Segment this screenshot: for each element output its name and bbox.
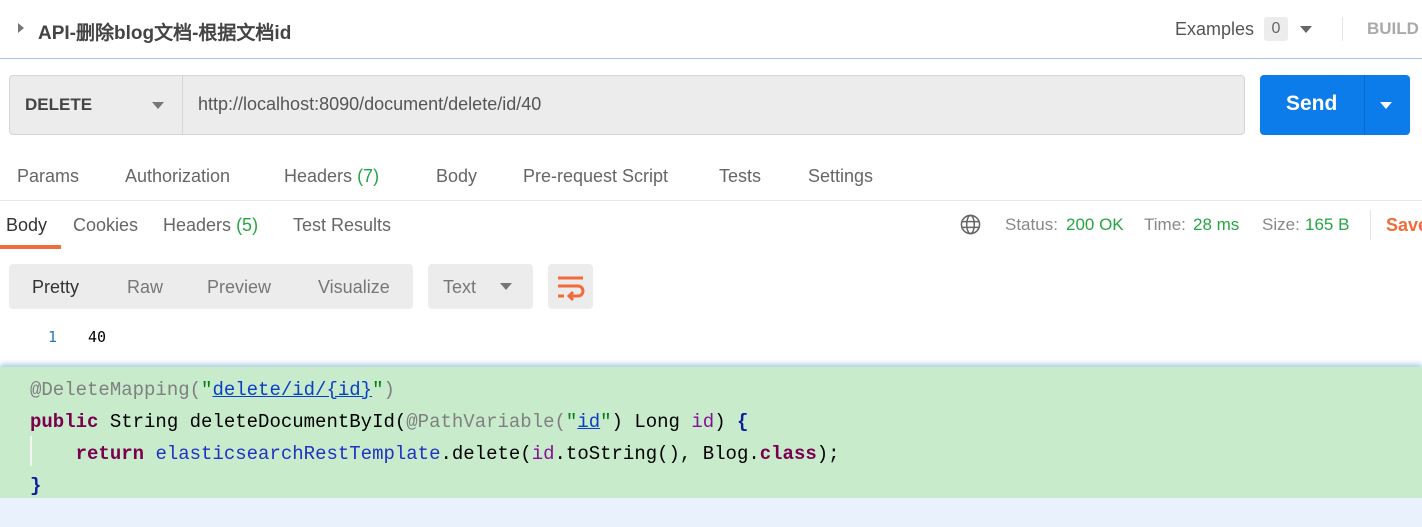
size-value: 165 B	[1305, 215, 1350, 234]
url-bar	[9, 75, 1245, 135]
send-options-chevron-icon[interactable]	[1380, 102, 1392, 109]
divider	[1370, 210, 1371, 240]
code-token: .delete(	[440, 443, 532, 465]
code-token: "	[565, 411, 578, 433]
send-label[interactable]: Send	[1286, 92, 1337, 116]
time-label: Time:	[1144, 215, 1186, 234]
tab-body[interactable]: Body	[436, 166, 477, 187]
url-input[interactable]: http://localhost:8090/document/delete/id…	[198, 94, 541, 115]
code-token: )	[383, 379, 395, 401]
code-line: @DeleteMapping("delete/id/{id}")	[30, 374, 840, 406]
globe-icon[interactable]	[960, 214, 981, 235]
code-token: "	[372, 379, 384, 401]
response-tab-cookies[interactable]: Cookies	[73, 215, 138, 236]
code-token: id	[691, 411, 715, 433]
build-mode-button[interactable]: BUILD	[1367, 19, 1419, 39]
view-preview-button[interactable]: Preview	[207, 277, 271, 298]
tab-pre-request-script[interactable]: Pre-request Script	[523, 166, 668, 187]
active-tab-indicator	[0, 245, 61, 249]
line-number: 1	[48, 328, 58, 346]
tab-settings[interactable]: Settings	[808, 166, 873, 187]
size-label: Size:	[1262, 215, 1300, 234]
code-line: return elasticsearchRestTemplate.delete(…	[30, 438, 840, 470]
status-value: 200 OK	[1066, 215, 1124, 234]
response-tab-headers[interactable]: Headers (5)	[163, 215, 258, 236]
code-token: id	[531, 443, 555, 465]
response-body-value: 40	[88, 328, 107, 346]
code-token: @PathVariable(	[406, 411, 566, 433]
tab-label: Headers	[163, 215, 232, 235]
tab-headers[interactable]: Headers (7)	[284, 166, 379, 187]
code-token: "	[201, 379, 213, 401]
expand-caret-icon[interactable]	[18, 23, 24, 33]
background-area	[0, 498, 1422, 527]
code-token: class	[759, 443, 817, 465]
response-tab-body[interactable]: Body	[6, 215, 47, 236]
code-token: id	[577, 411, 601, 433]
code-token: delete/id/{id}	[212, 379, 373, 401]
code-line: public String deleteDocumentById(@PathVa…	[30, 406, 840, 438]
chevron-down-icon[interactable]	[500, 283, 512, 290]
code-token: String deleteDocumentById(	[98, 411, 407, 433]
headers-count: (7)	[357, 166, 380, 186]
code-token: )	[714, 411, 737, 433]
code-token: {	[737, 411, 749, 433]
save-response-button[interactable]: Save	[1386, 215, 1422, 236]
code-token: }	[30, 475, 42, 497]
divider	[182, 76, 183, 134]
format-select-value[interactable]: Text	[443, 277, 476, 298]
divider	[0, 200, 1422, 201]
response-tab-test-results[interactable]: Test Results	[293, 215, 391, 236]
tab-authorization[interactable]: Authorization	[125, 166, 230, 187]
chevron-down-icon[interactable]	[1300, 26, 1312, 33]
code-token: );	[816, 443, 840, 465]
wrap-icon	[558, 276, 585, 302]
view-visualize-button[interactable]: Visualize	[318, 277, 390, 298]
code-token: @DeleteMapping(	[30, 379, 202, 401]
code-token: public	[30, 411, 99, 433]
time-value: 28 ms	[1193, 215, 1240, 234]
tab-label: Headers	[284, 166, 353, 186]
code-snippet: @DeleteMapping("delete/id/{id}") public S…	[30, 374, 840, 502]
code-token: .toString(), Blog.	[554, 443, 760, 465]
code-token: ) Long	[611, 411, 692, 433]
method-select[interactable]: DELETE	[25, 95, 92, 115]
view-pretty-button[interactable]: Pretty	[32, 277, 79, 298]
headers-count: (5)	[236, 215, 259, 235]
code-token: "	[600, 411, 612, 433]
tab-params[interactable]: Params	[17, 166, 79, 187]
tab-tests[interactable]: Tests	[719, 166, 761, 187]
code-line: }	[30, 470, 840, 502]
examples-count-badge: 0	[1264, 17, 1288, 41]
status-label: Status:	[1005, 215, 1058, 234]
request-title[interactable]: API-删除blog文档-根据文档id	[38, 18, 291, 45]
code-token: return	[75, 443, 145, 465]
divider	[1364, 75, 1365, 135]
divider	[1342, 17, 1343, 41]
wrap-lines-button[interactable]	[548, 264, 593, 309]
examples-button[interactable]: Examples	[1175, 19, 1254, 40]
chevron-down-icon[interactable]	[152, 102, 164, 109]
view-raw-button[interactable]: Raw	[127, 277, 163, 298]
code-token: elasticsearchRestTemplate	[155, 443, 441, 465]
